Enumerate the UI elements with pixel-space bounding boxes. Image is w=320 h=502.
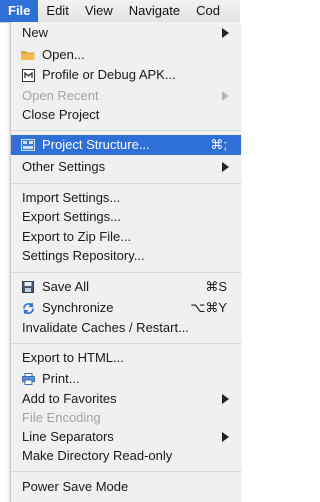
menu-bar: File Edit View Navigate Cod	[0, 0, 240, 23]
menu-item-line-separators[interactable]: Line Separators	[11, 427, 241, 447]
menu-item-label: Print...	[42, 371, 80, 386]
submenu-arrow-icon	[222, 162, 229, 172]
menu-item-profile-debug-apk[interactable]: Profile or Debug APK...	[11, 65, 241, 85]
menu-item-label: Line Separators	[22, 429, 114, 444]
project-structure-icon	[21, 138, 35, 152]
menubar-navigate[interactable]: Navigate	[121, 0, 188, 22]
submenu-arrow-icon	[222, 28, 229, 38]
menu-item-shortcut: ⌥⌘Y	[190, 300, 227, 315]
menu-item-label: Import Settings...	[22, 190, 121, 205]
menu-item-settings-repository[interactable]: Settings Repository...	[11, 246, 241, 266]
floppy-disk-icon	[21, 280, 35, 294]
menu-item-label: Export to HTML...	[22, 350, 124, 365]
apk-icon	[21, 68, 35, 82]
menu-item-label: Export Settings...	[22, 209, 121, 224]
menu-item-open-recent: Open Recent	[11, 86, 241, 106]
submenu-arrow-icon	[222, 394, 229, 404]
menu-item-label: File Encoding	[22, 410, 101, 425]
menu-item-save-all[interactable]: Save All ⌘S	[11, 277, 241, 297]
printer-icon	[21, 372, 35, 386]
menu-item-close-project[interactable]: Close Project	[11, 105, 241, 125]
menu-item-import-settings[interactable]: Import Settings...	[11, 188, 241, 208]
menu-separator	[11, 130, 241, 131]
menu-item-label: Settings Repository...	[22, 248, 145, 263]
menu-item-new[interactable]: New	[11, 23, 241, 43]
menu-item-open[interactable]: Open...	[11, 45, 241, 65]
menu-item-export-html[interactable]: Export to HTML...	[11, 348, 241, 368]
menu-item-label: Synchronize	[42, 300, 114, 315]
submenu-arrow-icon	[222, 432, 229, 442]
menubar-code[interactable]: Cod	[188, 0, 228, 22]
menu-item-label: Save All	[42, 279, 89, 294]
file-menu-dropdown: New Open... Profile or Debug APK... Open…	[10, 22, 241, 502]
menubar-view[interactable]: View	[77, 0, 121, 22]
menu-item-label: Open Recent	[22, 88, 99, 103]
menu-separator	[11, 471, 241, 472]
menu-item-label: Add to Favorites	[22, 391, 117, 406]
menu-item-label: Open...	[42, 47, 85, 62]
menu-item-print[interactable]: Print...	[11, 369, 241, 389]
menu-item-label: Profile or Debug APK...	[42, 67, 176, 82]
menu-item-shortcut: ⌘;	[210, 137, 227, 152]
menu-item-shortcut: ⌘S	[205, 279, 227, 294]
menu-item-label: Other Settings	[22, 159, 106, 174]
menu-item-label: Make Directory Read-only	[22, 448, 173, 463]
menu-item-label: Invalidate Caches / Restart...	[22, 320, 189, 335]
submenu-arrow-icon	[222, 91, 229, 101]
menu-item-add-favorites[interactable]: Add to Favorites	[11, 389, 241, 409]
menu-item-label: Power Save Mode	[22, 479, 129, 494]
menu-item-synchronize[interactable]: Synchronize ⌥⌘Y	[11, 298, 241, 318]
menu-separator	[11, 272, 241, 273]
menubar-edit[interactable]: Edit	[38, 0, 76, 22]
sync-icon	[21, 301, 35, 315]
menu-item-project-structure[interactable]: Project Structure... ⌘;	[11, 135, 241, 155]
menu-separator	[11, 343, 241, 344]
menu-item-power-save[interactable]: Power Save Mode	[11, 477, 241, 497]
menu-item-export-zip[interactable]: Export to Zip File...	[11, 227, 241, 247]
menu-separator	[11, 183, 241, 184]
menu-item-export-settings[interactable]: Export Settings...	[11, 207, 241, 227]
menubar-file[interactable]: File	[0, 0, 39, 22]
menu-item-other-settings[interactable]: Other Settings	[11, 157, 241, 177]
menu-item-label: Project Structure...	[42, 137, 150, 152]
menu-item-label: New	[22, 25, 49, 40]
menu-item-label: Export to Zip File...	[22, 229, 132, 244]
menu-item-make-read-only[interactable]: Make Directory Read-only	[11, 446, 241, 466]
menu-item-file-encoding: File Encoding	[11, 408, 241, 428]
folder-icon	[21, 48, 35, 62]
menu-item-label: Close Project	[22, 107, 100, 122]
menu-item-invalidate-caches[interactable]: Invalidate Caches / Restart...	[11, 318, 241, 338]
